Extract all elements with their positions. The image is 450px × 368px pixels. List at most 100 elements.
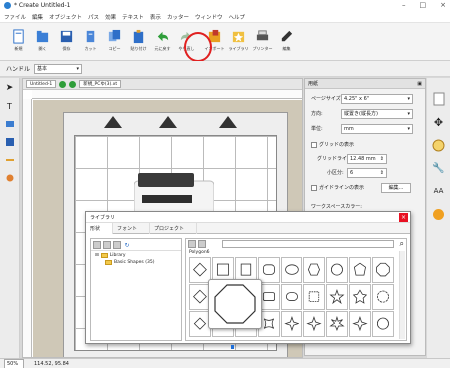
- folder-icon: [100, 253, 108, 258]
- gridline-row: グリッドライン: 12.48 mm ⇕: [317, 153, 387, 164]
- tab-projects[interactable]: プロジェクト: [150, 223, 198, 234]
- dialog-tabs: 形状 フォント プロジェクト: [86, 223, 410, 234]
- library-scrollbar[interactable]: [399, 251, 405, 339]
- edit-button[interactable]: 編集: [276, 29, 297, 59]
- menu-cutter[interactable]: カッター: [167, 13, 189, 21]
- maximize-button[interactable]: □: [420, 1, 427, 9]
- shape-cell[interactable]: [372, 257, 394, 283]
- help-icon[interactable]: [432, 207, 446, 221]
- grid-checkbox[interactable]: [311, 141, 317, 148]
- printer-button[interactable]: プリンター: [252, 29, 273, 59]
- zoom-select[interactable]: 50%: [4, 358, 24, 368]
- gridline-input[interactable]: 12.48 mm ⇕: [347, 153, 387, 164]
- mat-arrow-left: [104, 116, 122, 128]
- shape-cell[interactable]: [326, 311, 349, 337]
- menu-edit[interactable]: 編集: [32, 13, 43, 21]
- shape-cell[interactable]: [189, 257, 211, 283]
- new-button[interactable]: 新規: [8, 29, 29, 59]
- wrench-icon[interactable]: 🔧: [432, 161, 446, 175]
- subdivision-input[interactable]: 6 ⇕: [347, 167, 387, 178]
- guides-edit-button[interactable]: 編集...: [381, 182, 411, 193]
- grid-view-icon[interactable]: [93, 241, 101, 249]
- menu-file[interactable]: ファイル: [4, 13, 26, 21]
- text-tool-icon[interactable]: T: [4, 100, 16, 112]
- text-style-icon[interactable]: AA: [432, 184, 446, 198]
- shape-cell[interactable]: [303, 257, 326, 283]
- thumbnail-view-icon[interactable]: [198, 240, 206, 248]
- dialog-close-button[interactable]: ×: [399, 213, 408, 222]
- menu-text[interactable]: テキスト: [122, 13, 144, 21]
- delete-icon[interactable]: [103, 241, 111, 249]
- undo-button[interactable]: 元に戻す: [152, 29, 173, 59]
- library-search-input[interactable]: [222, 240, 394, 248]
- shape-cell[interactable]: [303, 284, 326, 310]
- tree-item-library[interactable]: ⊟ Library: [91, 253, 181, 258]
- page-icon[interactable]: [432, 92, 446, 106]
- shape-cell[interactable]: [372, 311, 394, 337]
- folder-icon[interactable]: [113, 241, 121, 249]
- cut-button[interactable]: カット: [80, 29, 101, 59]
- eraser-tool-icon[interactable]: [4, 172, 16, 184]
- menu-object[interactable]: オブジェクト: [49, 13, 82, 21]
- close-window-button[interactable]: ×: [440, 1, 446, 9]
- select-arrow-icon[interactable]: ➤: [4, 82, 16, 94]
- main-toolbar: 新規 開く 保存 カット コピー 貼り付け 元に戻す やり直し インポート ライ…: [0, 23, 450, 61]
- tab-shapes[interactable]: 形状: [86, 223, 114, 234]
- window-controls: – □ ×: [402, 1, 446, 9]
- shape-cell[interactable]: [303, 311, 326, 337]
- menu-help[interactable]: ヘルプ: [228, 13, 245, 21]
- units-row: 単位: mm ▾: [311, 123, 413, 134]
- orientation-select[interactable]: 縦置き(縦長方) ▾: [341, 108, 413, 119]
- back-icon[interactable]: [59, 80, 67, 88]
- copy-button[interactable]: コピー: [104, 29, 125, 59]
- printer-icon: [256, 30, 269, 41]
- library-button[interactable]: ライブラリ: [228, 29, 249, 59]
- shape-cell[interactable]: [280, 257, 303, 283]
- shape-tool-icon[interactable]: [4, 136, 16, 148]
- list-view-icon[interactable]: [188, 240, 196, 248]
- units-select[interactable]: mm ▾: [341, 123, 413, 134]
- shape-cell[interactable]: [326, 257, 349, 283]
- menu-path[interactable]: パス: [88, 13, 99, 21]
- move-icon[interactable]: ✥: [432, 115, 446, 129]
- color-palette-icon[interactable]: [432, 138, 446, 152]
- panel-pin-icon[interactable]: ▣: [417, 81, 422, 87]
- page-size-select[interactable]: 4.25" x 6" ▾: [341, 93, 413, 104]
- library-tree: ↻ ⊟ Library Basic Shapes (35): [90, 238, 182, 341]
- document-tab-title[interactable]: 新規_PCゆ(3).xt: [79, 80, 122, 88]
- document-tab[interactable]: Untitled-1: [26, 80, 57, 88]
- chevron-down-icon: ▾: [76, 65, 80, 72]
- rectangle-tool-icon[interactable]: [4, 118, 16, 130]
- chevron-down-icon: ▾: [407, 110, 410, 117]
- minimize-button[interactable]: –: [402, 1, 406, 9]
- paste-button[interactable]: 貼り付け: [128, 29, 149, 59]
- drag-handle[interactable]: [231, 345, 234, 349]
- grid-row: グリッドの表示: [311, 141, 354, 148]
- shape-cell[interactable]: [349, 284, 372, 310]
- menu-effects[interactable]: 効果: [105, 13, 116, 21]
- open-button[interactable]: 開く: [32, 29, 53, 59]
- paste-icon: [133, 29, 144, 44]
- menu-view[interactable]: 表示: [150, 13, 161, 21]
- shape-cell[interactable]: [280, 284, 303, 310]
- shape-cell[interactable]: [349, 311, 372, 337]
- shape-cell[interactable]: [326, 284, 349, 310]
- forward-icon[interactable]: [69, 80, 77, 88]
- save-button[interactable]: 保存: [56, 29, 77, 59]
- refresh-icon[interactable]: ↻: [123, 241, 131, 249]
- subdivision-row: 小区分: 6 ⇕: [327, 167, 387, 178]
- tab-fonts[interactable]: フォント: [113, 223, 151, 234]
- status-bar: 50% 114.52, 95.84: [0, 358, 450, 368]
- horizontal-ruler: [32, 90, 302, 99]
- handle-select[interactable]: 基本 ▾: [34, 63, 83, 74]
- guides-checkbox[interactable]: [311, 184, 317, 191]
- tree-item-basic-shapes[interactable]: Basic Shapes (35): [91, 260, 181, 265]
- shape-cell[interactable]: [280, 311, 303, 337]
- pencil-tool-icon[interactable]: [4, 154, 16, 166]
- shape-cell[interactable]: [372, 284, 394, 310]
- shape-cell[interactable]: [349, 257, 372, 283]
- category-label: Polygon6: [189, 250, 210, 255]
- menu-window[interactable]: ウィンドウ: [195, 13, 223, 21]
- search-icon[interactable]: ⌕: [400, 239, 404, 249]
- mat-arrow-right: [219, 116, 237, 128]
